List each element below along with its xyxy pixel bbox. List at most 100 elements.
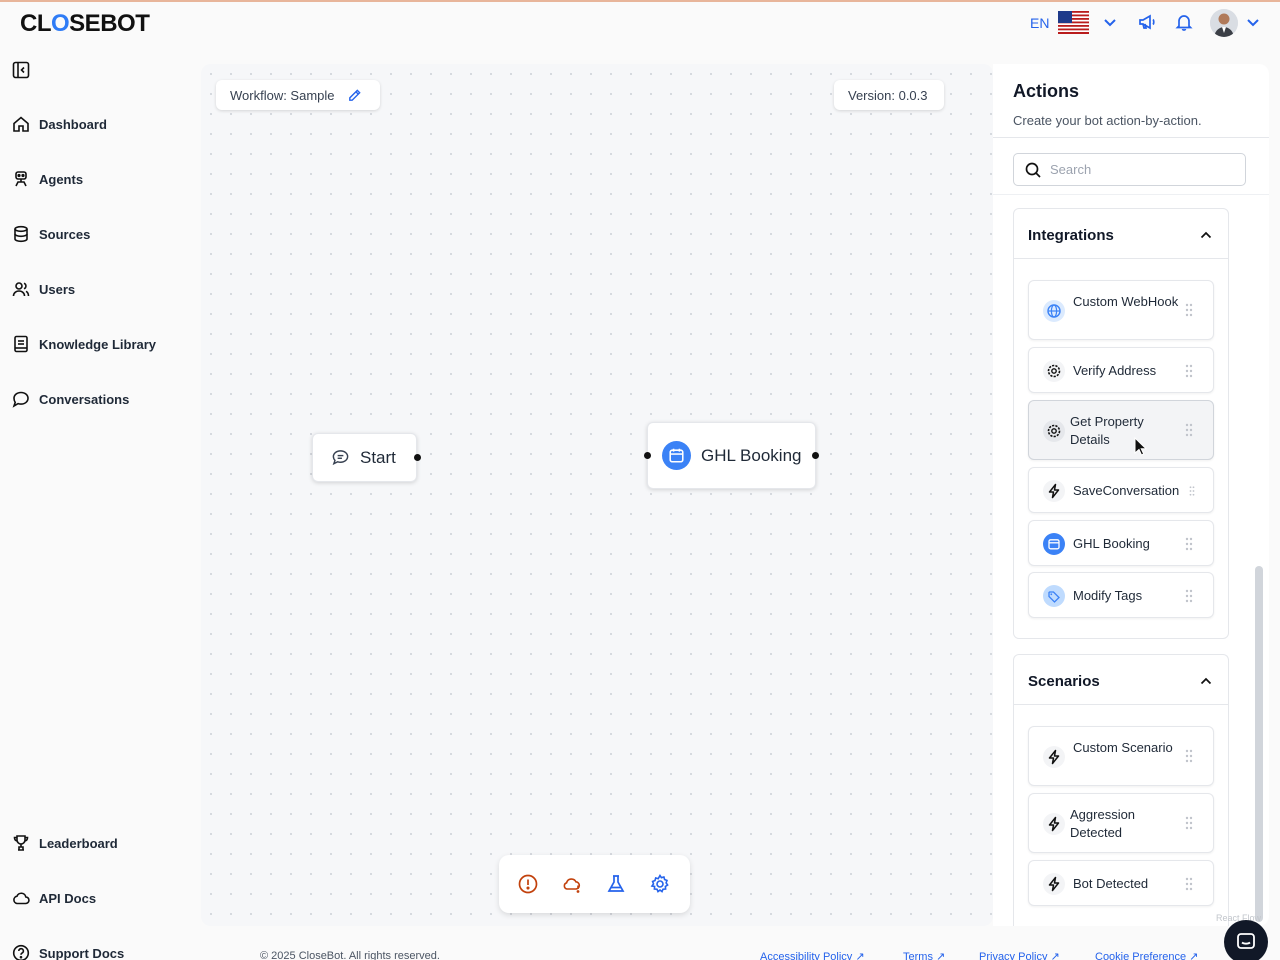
sidebar-item-api-docs[interactable]: API Docs (12, 887, 96, 909)
actions-title: Actions (1013, 81, 1080, 101)
pencil-icon[interactable] (347, 88, 362, 103)
copyright-text: © 2025 CloseBot. All rights reserved. (260, 950, 440, 960)
search-input[interactable] (1050, 162, 1230, 177)
actions-scrollbar[interactable] (1255, 566, 1263, 922)
workflow-canvas[interactable]: Workflow: Sample Version: 0.0.3 Start GH… (201, 64, 993, 926)
warning-icon[interactable] (517, 873, 539, 895)
action-card-label: Verify Address (1073, 363, 1157, 378)
start-node[interactable]: Start (312, 433, 417, 482)
drag-handle-icon[interactable] (1185, 589, 1193, 603)
action-card-label: Custom WebHook (1073, 294, 1179, 309)
bell-icon[interactable] (1174, 12, 1194, 32)
bolt-icon (1043, 873, 1065, 895)
section-title: Integrations (1028, 227, 1114, 244)
sidebar-item-conversations[interactable]: Conversations (12, 388, 129, 410)
language-code[interactable]: EN (1030, 15, 1049, 31)
action-card-label: Aggression Detected (1070, 807, 1136, 840)
sidebar-item-sources[interactable]: Sources (12, 223, 90, 245)
action-card-label: Custom Scenario (1073, 740, 1173, 755)
drag-handle-icon[interactable] (1185, 537, 1193, 551)
chevron-down-icon[interactable] (1100, 12, 1120, 32)
version-pill: Version: 0.0.3 (834, 80, 944, 110)
footer-link-accessibility[interactable]: Accessibility Policy ↗ (760, 950, 865, 960)
chat-icon (1237, 933, 1255, 949)
avatar[interactable] (1210, 9, 1238, 37)
database-icon (14, 225, 28, 243)
external-link-icon: ↗ (855, 951, 865, 960)
footer-link-label: Accessibility Policy (760, 951, 853, 960)
search-icon (1025, 162, 1041, 178)
gear-icon[interactable] (649, 873, 671, 895)
integrations-header[interactable]: Integrations (1014, 209, 1228, 259)
action-card-bot-detected[interactable]: Bot Detected (1028, 860, 1214, 906)
sidebar-item-users[interactable]: Users (12, 278, 75, 300)
action-card-label: GHL Booking (1073, 536, 1150, 551)
sidebar-item-label: API Docs (39, 890, 97, 906)
chat-icon (12, 391, 29, 408)
integrations-section: Integrations Custom WebHook Verify Addre… (1013, 208, 1229, 639)
actions-subtitle: Create your bot action-by-action. (1013, 113, 1202, 128)
drag-handle-icon[interactable] (1185, 364, 1193, 378)
trophy-icon (13, 835, 29, 851)
drag-handle-icon[interactable] (1185, 816, 1193, 830)
divider (993, 137, 1269, 138)
cloud-warning-icon[interactable] (561, 873, 583, 895)
action-card-modify-tags[interactable]: Modify Tags (1028, 572, 1214, 618)
footer-link-cookie[interactable]: Cookie Preference ↗ (1095, 950, 1198, 960)
sidebar-item-agents[interactable]: Agents (12, 168, 83, 190)
closebot-logo[interactable]: CLOSEBOT (20, 10, 150, 38)
action-card-ghl-booking[interactable]: GHL Booking (1028, 520, 1214, 566)
drag-handle-icon[interactable] (1185, 749, 1193, 763)
sidebar-item-dashboard[interactable]: Dashboard (12, 113, 107, 135)
drag-handle-icon[interactable] (1185, 423, 1193, 437)
chevron-down-icon[interactable] (1243, 12, 1263, 32)
footer-link-label: Terms (903, 951, 933, 960)
workflow-name-pill[interactable]: Workflow: Sample (216, 80, 380, 110)
drag-handle-icon[interactable] (1189, 484, 1195, 498)
logo-part: O (51, 10, 70, 37)
ghl-booking-node[interactable]: GHL Booking (647, 422, 816, 489)
actions-panel: Actions Create your bot action-by-action… (993, 64, 1269, 926)
action-card-save-conversation[interactable]: SaveConversation (1028, 467, 1214, 513)
drag-handle-icon[interactable] (1185, 877, 1193, 891)
bolt-icon (1043, 746, 1065, 768)
action-card-verify-address[interactable]: Verify Address (1028, 347, 1214, 393)
sidebar-collapse-icon[interactable] (12, 61, 30, 79)
us-flag-icon[interactable] (1058, 11, 1089, 34)
chat-icon (332, 450, 349, 466)
calendar-icon (662, 441, 691, 470)
footer-link-terms[interactable]: Terms ↗ (903, 950, 945, 960)
sidebar-item-support-docs[interactable]: Support Docs (12, 942, 124, 960)
action-card-label: Bot Detected (1073, 876, 1149, 891)
ghl-booking-node-label: GHL Booking (701, 445, 802, 465)
chevron-up-icon[interactable] (1198, 673, 1214, 689)
sidebar-item-label: Leaderboard (39, 835, 118, 851)
bolt-icon (1043, 480, 1065, 502)
ghl-booking-input-handle[interactable] (644, 452, 651, 459)
drag-handle-icon[interactable] (1185, 303, 1193, 317)
sidebar-item-label: Sources (39, 226, 91, 242)
action-card-label: Get Property Details (1070, 414, 1144, 447)
chevron-up-icon[interactable] (1198, 227, 1214, 243)
action-card-custom-scenario[interactable]: Custom Scenario (1028, 726, 1214, 786)
start-node-handle[interactable] (414, 454, 421, 461)
scenarios-section: Scenarios Custom Scenario Aggression Det… (1013, 654, 1229, 926)
sidebar-item-knowledge-library[interactable]: Knowledge Library (12, 333, 156, 355)
search-box[interactable] (1013, 153, 1246, 186)
logo-part: SEBOT (69, 10, 150, 37)
scenarios-header[interactable]: Scenarios (1014, 655, 1228, 705)
sidebar-item-label: Conversations (39, 391, 130, 407)
ghl-booking-output-handle[interactable] (812, 452, 819, 459)
gear-icon (1043, 420, 1065, 442)
sidebar-item-leaderboard[interactable]: Leaderboard (12, 832, 118, 854)
chat-launcher-button[interactable] (1224, 920, 1268, 960)
help-icon (12, 944, 30, 960)
action-card-label: SaveConversation (1073, 483, 1180, 498)
calendar-icon (1043, 533, 1065, 555)
action-card-aggression-detected[interactable]: Aggression Detected (1028, 793, 1214, 853)
footer-link-privacy[interactable]: Privacy Policy ↗ (979, 950, 1060, 960)
action-card-get-property-details[interactable]: Get Property Details (1028, 400, 1214, 460)
action-card-custom-webhook[interactable]: Custom WebHook (1028, 280, 1214, 340)
megaphone-icon[interactable] (1137, 12, 1157, 32)
flask-icon[interactable] (605, 873, 627, 895)
